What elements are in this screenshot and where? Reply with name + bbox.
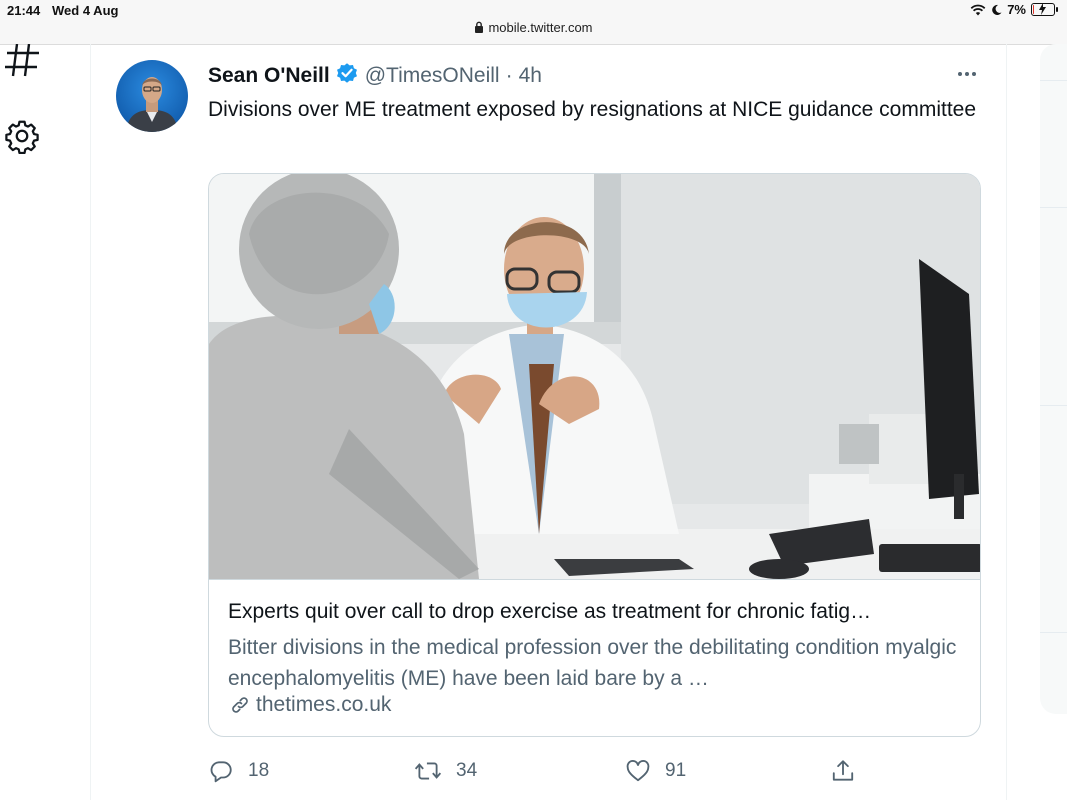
link-card[interactable]: Experts quit over call to drop exercise … <box>208 173 981 737</box>
status-date: Wed 4 Aug <box>52 3 119 18</box>
avatar[interactable] <box>116 60 188 132</box>
author-name[interactable]: Sean O'Neill <box>208 64 330 88</box>
battery-percent: 7% <box>1007 2 1026 17</box>
wifi-icon <box>970 4 986 15</box>
retweet-icon <box>414 762 442 780</box>
explore-hashtag-icon[interactable] <box>4 43 40 83</box>
tweet-text: Divisions over ME treatment exposed by r… <box>208 98 977 121</box>
card-description: Bitter divisions in the medical professi… <box>228 636 957 690</box>
battery-level <box>1033 5 1034 14</box>
tweet-timestamp[interactable]: 4h <box>519 64 542 88</box>
reply-button[interactable]: 18 <box>208 758 269 784</box>
card-body[interactable]: Experts quit over call to drop exercise … <box>209 579 980 736</box>
like-button[interactable]: 91 <box>625 758 686 784</box>
timeline-left-border <box>90 44 91 800</box>
share-button[interactable] <box>830 758 856 784</box>
tweet-header: Sean O'Neill @TimesONeill · 4h <box>208 61 542 91</box>
card-domain-text: thetimes.co.uk <box>256 693 392 716</box>
author-handle[interactable]: @TimesONeill <box>365 64 500 88</box>
sidebar-divider <box>1040 405 1067 406</box>
more-options-icon[interactable] <box>952 62 982 86</box>
sidebar-divider <box>1040 207 1067 208</box>
timeline-right-border <box>1006 44 1007 800</box>
share-icon <box>832 760 854 781</box>
reply-icon <box>210 761 232 783</box>
address-bar[interactable]: mobile.twitter.com <box>0 20 1067 35</box>
settings-gear-icon[interactable] <box>4 118 40 159</box>
status-time: 21:44 <box>7 3 41 18</box>
verified-badge-icon <box>335 61 359 91</box>
card-domain: thetimes.co.uk <box>228 693 391 717</box>
link-icon <box>232 697 248 713</box>
battery-icon <box>1031 3 1058 16</box>
status-indicators: 7% <box>970 2 1058 17</box>
moon-icon <box>992 4 1002 15</box>
separator-dot: · <box>505 64 513 87</box>
heart-icon <box>626 760 650 782</box>
sidebar-divider <box>1040 80 1067 81</box>
url-text: mobile.twitter.com <box>488 20 593 35</box>
right-sidebar <box>1040 44 1067 714</box>
like-count: 91 <box>665 760 687 781</box>
card-image[interactable] <box>209 174 980 579</box>
card-title: Experts quit over call to drop exercise … <box>228 600 872 623</box>
lock-icon <box>475 21 484 33</box>
retweet-count: 34 <box>456 760 478 781</box>
retweet-button[interactable]: 34 <box>414 758 477 784</box>
left-nav <box>0 43 90 800</box>
status-bar: 21:44 Wed 4 Aug 7% mobile.twitter.com <box>0 0 1067 45</box>
reply-count: 18 <box>248 760 270 781</box>
sidebar-divider <box>1040 632 1067 633</box>
